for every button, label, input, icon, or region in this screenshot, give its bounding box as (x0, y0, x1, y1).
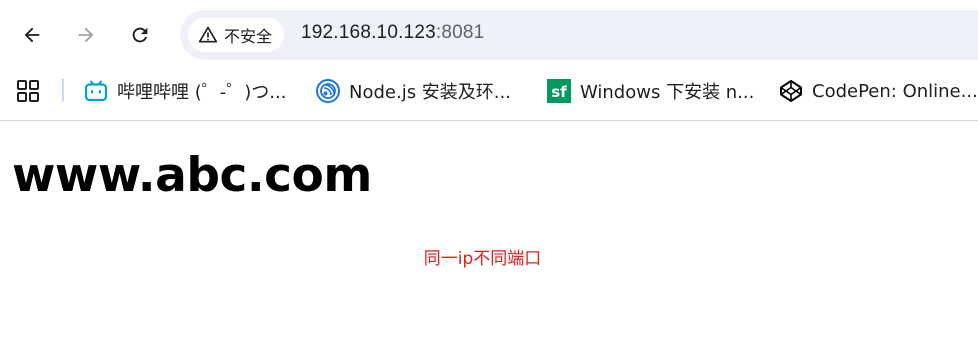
forward-button[interactable] (68, 17, 104, 53)
arrow-left-icon (24, 27, 40, 43)
url-text[interactable]: 192.168.10.123:8081 (301, 22, 484, 44)
browser-chrome: 不安全 192.168.10.123:8081 哔哩哔哩 (゜-゜)つ... N… (0, 0, 978, 121)
bookmarks-divider (62, 78, 64, 102)
security-label: 不安全 (224, 27, 273, 46)
bookmark-codepen[interactable]: CodePen: Online... (779, 75, 978, 107)
url-port: :8081 (435, 22, 485, 43)
bookmarks-bar: 哔哩哔哩 (゜-゜)つ... Node.js 安装及环... sf Window… (0, 70, 978, 110)
bookmark-nodejs[interactable]: Node.js 安装及环... (316, 75, 511, 107)
bookmark-label: Windows 下安装 n... (580, 82, 755, 103)
apps-grid-icon[interactable] (16, 79, 40, 103)
page-title: www.abc.com (12, 148, 372, 203)
page-content: www.abc.com 同一ip不同端口 (0, 122, 978, 361)
bilibili-icon (84, 79, 108, 103)
address-bar[interactable]: 不安全 192.168.10.123:8081 (180, 10, 978, 60)
bookmark-label: CodePen: Online... (812, 80, 978, 102)
url-host: 192.168.10.123 (301, 22, 436, 43)
back-button[interactable] (14, 17, 50, 53)
codepen-icon (779, 79, 803, 103)
bookmark-segmentfault[interactable]: sf Windows 下安装 n... (547, 75, 754, 107)
segmentfault-icon: sf (547, 79, 571, 103)
arrow-right-icon (78, 27, 94, 43)
reload-button[interactable] (122, 17, 158, 53)
site-security-chip[interactable]: 不安全 (188, 18, 285, 52)
warning-icon (198, 26, 218, 43)
bookmark-bilibili[interactable]: 哔哩哔哩 (゜-゜)つ... (84, 75, 286, 107)
bookmark-label: 哔哩哔哩 (゜-゜)つ... (117, 82, 287, 103)
runoob-icon (316, 79, 340, 103)
port-note: 同一ip不同端口 (423, 249, 542, 269)
bookmark-label: Node.js 安装及环... (349, 82, 511, 103)
reload-icon (132, 27, 148, 43)
browser-toolbar: 不安全 192.168.10.123:8081 (0, 0, 978, 70)
svg-text:sf: sf (551, 83, 567, 101)
